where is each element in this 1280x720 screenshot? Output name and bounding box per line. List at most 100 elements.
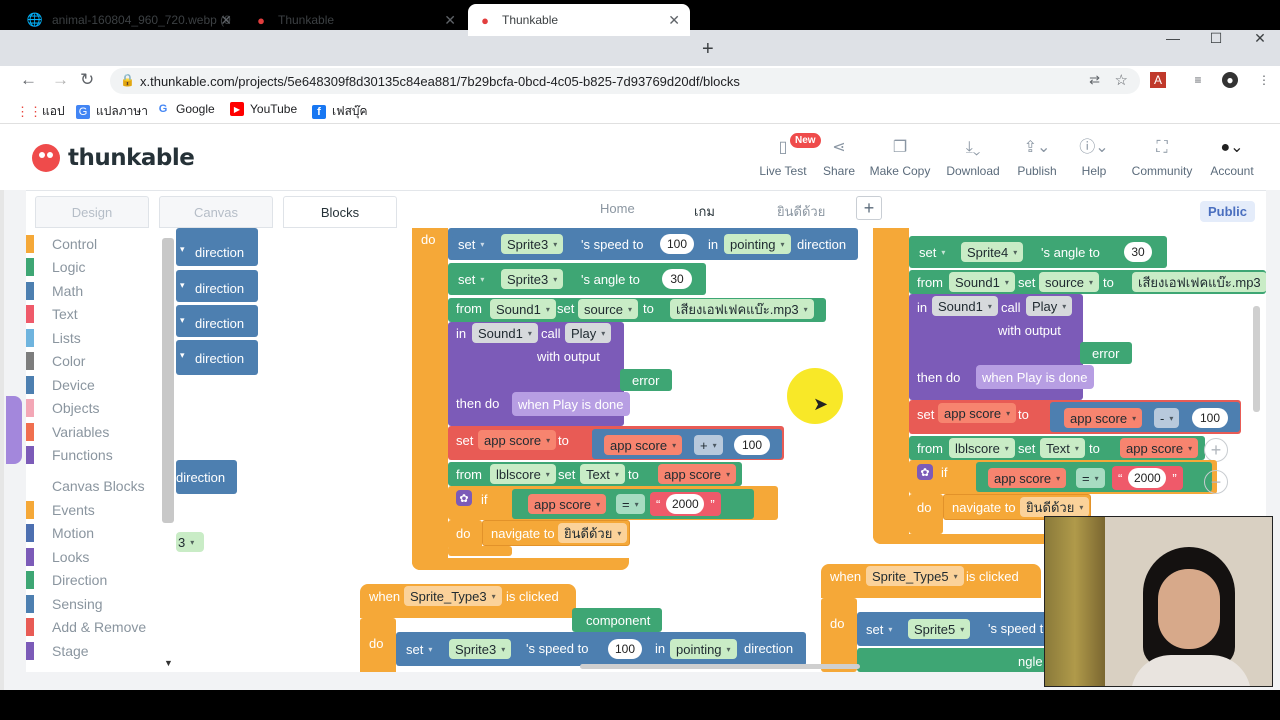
sprite-dropdown[interactable]: Sprite3 ▾ [501,269,564,289]
bookmark-star-icon[interactable]: ☆ [1115,71,1128,89]
forward-icon[interactable]: → [52,70,69,90]
set-dropdown[interactable]: set ▾ [400,639,439,659]
method-dropdown[interactable]: Play ▾ [565,323,612,343]
pdf-extension-icon[interactable]: A [1150,72,1166,88]
maximize-icon[interactable]: ☐ [1196,30,1236,46]
event-block-body[interactable] [412,228,448,570]
screen-dropdown[interactable]: ยินดีด้วย ▾ [1020,497,1090,517]
help-button[interactable]: ⓘ⌄ Help [1057,138,1131,178]
back-icon[interactable]: ← [20,70,37,90]
screen-tab-home[interactable]: Home [600,201,635,216]
operator-dropdown[interactable]: - ▾ [1154,408,1180,428]
palette-item-variables[interactable]: Variables [26,421,166,443]
file-dropdown[interactable]: เสียงเอฟเฟคแบ๊ะ.mp3 ▾ [670,299,814,319]
close-icon[interactable]: ✕ [444,12,456,29]
text-literal[interactable]: “ 2000 ” [650,492,721,516]
number-input[interactable]: 30 [662,269,692,289]
sound-dropdown[interactable]: Sound1 ▾ [472,323,538,343]
browser-tab-3[interactable]: ● Thunkable ✕ [468,4,690,36]
public-badge[interactable]: Public [1200,201,1256,222]
block-direction-2[interactable]: ▾ direction [176,270,258,302]
variable-dropdown[interactable]: app score ▾ [988,468,1067,488]
sprite-dropdown[interactable]: Sprite3 ▾ [449,639,512,659]
bookmark-google[interactable]: G Google [156,102,215,116]
download-button[interactable]: ⤓⌄ Download [936,138,1010,178]
screen-tab-congrats[interactable]: ยินดีด้วย [777,201,825,222]
number-input[interactable]: 100 [660,234,694,254]
palette-item-looks[interactable]: Looks [26,546,166,568]
play-done-event[interactable]: when Play is done [512,392,630,416]
property-dropdown[interactable]: Text ▾ [1040,438,1085,458]
number-input[interactable]: 100 [608,639,642,659]
drawer-toggle-handle[interactable] [6,396,22,464]
variable-dropdown[interactable]: app score ▾ [658,464,737,484]
gear-icon[interactable]: ✿ [456,490,472,506]
event-block-body[interactable] [873,228,909,544]
label-dropdown[interactable]: lblscore ▾ [949,438,1015,458]
set-dropdown[interactable]: set ▾ [452,234,491,254]
tab-blocks[interactable]: Blocks [283,196,397,228]
scroll-down-icon[interactable]: ▼ [164,658,173,668]
palette-item-lists[interactable]: Lists [26,327,166,349]
method-dropdown[interactable]: Play ▾ [1026,296,1073,316]
property-dropdown[interactable]: source ▾ [1039,272,1100,292]
palette-item-text[interactable]: Text [26,303,166,325]
reading-list-icon[interactable]: ≡ [1190,72,1206,88]
address-bar[interactable]: 🔒 x.thunkable.com/projects/5e648309f8d30… [110,68,1140,94]
add-screen-button[interactable]: + [856,196,882,220]
number-input[interactable]: 100 [1192,408,1228,428]
close-icon[interactable]: ✕ [668,12,680,29]
file-dropdown[interactable]: เสียงเอฟเฟคแบ๊ะ.mp3 [1132,272,1266,292]
variable-dropdown[interactable]: app score ▾ [478,430,557,450]
profile-avatar-icon[interactable]: ● [1222,72,1238,88]
workspace-vscrollbar[interactable] [1253,306,1260,412]
palette-item-add-remove[interactable]: Add & Remove [26,616,166,638]
palette-item-canvas-blocks[interactable]: Canvas Blocks [26,475,166,497]
bookmark-apps[interactable]: ⋮⋮ แอป [16,102,65,121]
gear-icon[interactable]: ✿ [917,464,933,480]
palette-item-events[interactable]: Events [26,499,166,521]
palette-item-functions[interactable]: Functions [26,444,166,466]
screen-dropdown[interactable]: ยินดีด้วย ▾ [558,523,628,543]
new-tab-icon[interactable]: + [702,38,714,61]
reload-icon[interactable]: ↻ [80,70,94,90]
variable-dropdown[interactable]: app score ▾ [1064,408,1143,428]
set-dropdown[interactable]: set ▾ [860,619,899,639]
account-button[interactable]: ●⌄ Account [1195,138,1269,178]
translate-page-icon[interactable]: ⇄ [1089,72,1100,88]
operator-dropdown[interactable]: = ▾ [1076,468,1105,488]
close-icon[interactable]: ✕ [220,12,232,29]
sound-dropdown[interactable]: Sound1 ▾ [490,299,556,319]
block-direction-3[interactable]: ▾ direction [176,305,258,337]
pointing-dropdown[interactable]: pointing ▾ [724,234,791,254]
community-button[interactable]: ⛶ Community [1125,138,1199,178]
browser-tab-1[interactable]: 🌐 animal-160804_960_720.webp (9 ✕ [18,4,242,36]
bookmark-youtube[interactable]: ▶ YouTube [230,102,297,116]
label-dropdown[interactable]: lblscore ▾ [490,464,556,484]
palette-item-control[interactable]: Control [26,233,166,255]
value-chip[interactable]: 3 ▾ [176,532,204,552]
minimize-icon[interactable]: — [1153,30,1193,46]
sprite-dropdown[interactable]: Sprite4 ▾ [961,242,1024,262]
palette-item-direction[interactable]: Direction [26,569,166,591]
menu-kebab-icon[interactable]: ⋮ [1256,72,1272,88]
palette-item-objects[interactable]: Objects [26,397,166,419]
text-input[interactable]: 2000 [1128,468,1167,488]
pointing-dropdown[interactable]: pointing ▾ [670,639,737,659]
add-circle-icon[interactable]: + [1204,438,1228,462]
text-input[interactable]: 2000 [666,494,705,514]
property-dropdown[interactable]: source ▾ [578,299,639,319]
number-input[interactable]: 100 [734,435,770,455]
palette-item-sensing[interactable]: Sensing [26,593,166,615]
variable-dropdown[interactable]: app score ▾ [528,494,607,514]
browser-tab-2[interactable]: ● Thunkable ✕ [244,4,466,36]
block-direction-1[interactable]: ▾ direction [176,228,258,266]
variable-dropdown[interactable]: app score ▾ [938,403,1017,423]
palette-item-math[interactable]: Math [26,280,166,302]
sprite-type-dropdown[interactable]: Sprite_Type3 ▾ [404,586,502,606]
remove-circle-icon[interactable]: − [1204,470,1228,494]
sound-dropdown[interactable]: Sound1 ▾ [932,296,998,316]
screen-tab-game[interactable]: เกม [690,201,719,230]
block-direction-5[interactable]: direction [176,460,237,494]
sprite-dropdown[interactable]: Sprite3 ▾ [501,234,564,254]
